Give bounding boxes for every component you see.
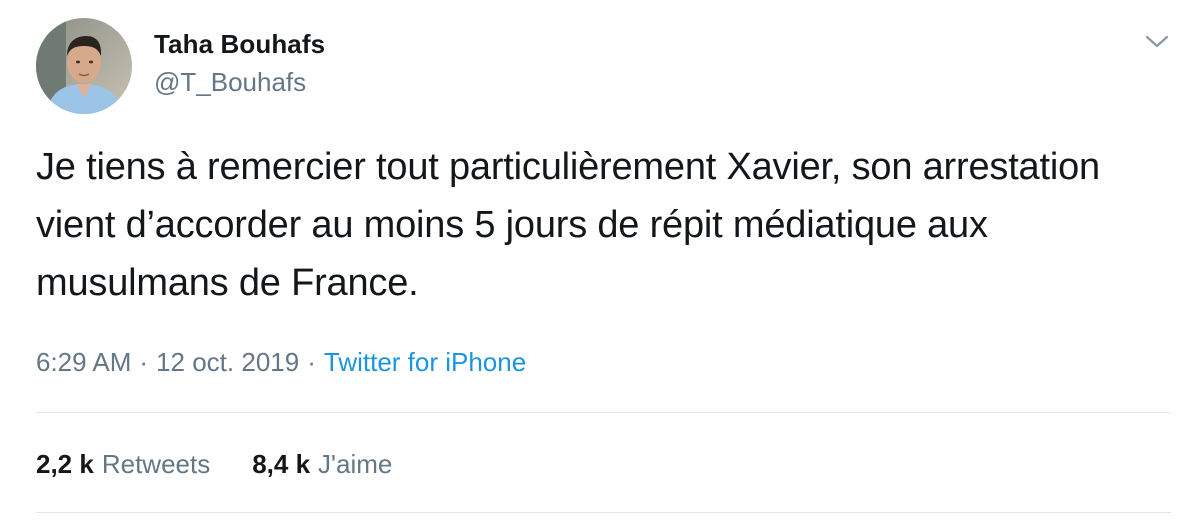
tweet-menu-button[interactable] (1140, 28, 1174, 56)
profile-photo-icon (36, 18, 132, 114)
tweet-source-link[interactable]: Twitter for iPhone (324, 347, 526, 377)
chevron-down-icon (1145, 35, 1169, 48)
avatar[interactable] (36, 18, 132, 114)
tweet-metadata: 6:29 AM · 12 oct. 2019 · Twitter for iPhone (36, 344, 526, 380)
likes-label: J'aime (318, 449, 393, 479)
retweets-stat[interactable]: 2,2 k Retweets (36, 446, 210, 482)
likes-stat[interactable]: 8,4 k J'aime (252, 446, 392, 482)
tweet-stats: 2,2 k Retweets 8,4 k J'aime (36, 446, 392, 482)
divider (36, 512, 1171, 513)
meta-separator: · (139, 347, 149, 377)
author-handle[interactable]: @T_Bouhafs (154, 66, 325, 98)
meta-separator: · (307, 347, 316, 377)
divider (36, 412, 1171, 413)
tweet-date[interactable]: 12 oct. 2019 (156, 347, 299, 377)
author-block: Taha Bouhafs @T_Bouhafs (154, 28, 325, 98)
author-display-name[interactable]: Taha Bouhafs (154, 28, 325, 60)
tweet-text: Je tiens à remercier tout particulièreme… (36, 146, 1100, 304)
retweets-count: 2,2 k (36, 449, 94, 479)
retweets-label: Retweets (101, 449, 211, 479)
tweet-time[interactable]: 6:29 AM (36, 347, 131, 377)
tweet-card: Taha Bouhafs @T_Bouhafs Je tiens à remer… (0, 0, 1198, 522)
likes-count: 8,4 k (252, 449, 311, 479)
